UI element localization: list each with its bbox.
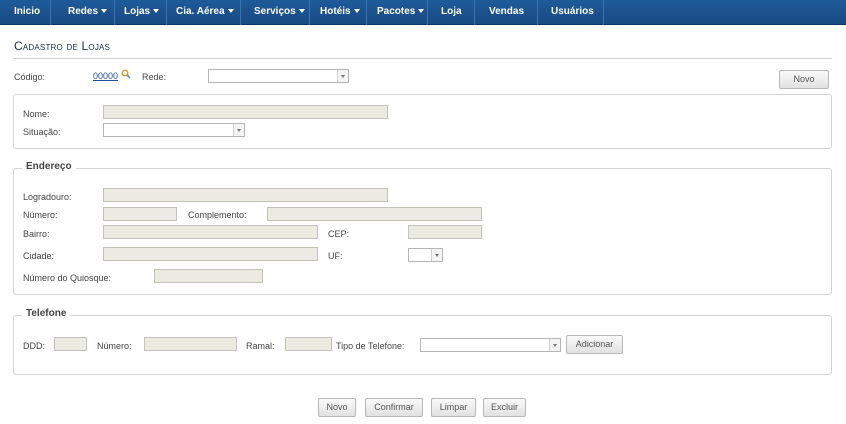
nav-pacotes-label: Pacotes xyxy=(377,6,416,17)
nav-redes-label: Redes xyxy=(68,6,99,17)
nav-pacotes[interactable]: Pacotes xyxy=(377,0,425,25)
excluir-button[interactable]: Excluir xyxy=(483,398,526,417)
nav-loja[interactable]: Loja xyxy=(441,0,462,25)
nav-divider xyxy=(240,0,241,25)
nav-servicos[interactable]: Serviços xyxy=(254,0,305,25)
title-divider xyxy=(14,58,832,59)
cep-input[interactable] xyxy=(408,225,482,239)
top-navbar: Inicio Redes Lojas Cia. Aérea Serviços H… xyxy=(0,0,846,25)
nav-divider xyxy=(427,0,428,25)
telefone-legend: Telefone xyxy=(22,308,71,319)
codigo-link[interactable]: 00000 xyxy=(93,71,118,81)
situacao-select[interactable] xyxy=(103,123,245,137)
tipo-telefone-label: Tipo de Telefone: xyxy=(336,341,405,351)
nav-cia-aerea[interactable]: Cia. Aérea xyxy=(176,0,234,25)
nav-divider xyxy=(50,0,51,25)
nav-redes[interactable]: Redes xyxy=(68,0,108,25)
chevron-down-icon xyxy=(353,9,360,14)
cidade-input[interactable] xyxy=(103,247,318,261)
bairro-input[interactable] xyxy=(103,225,318,239)
endereco-legend: Endereço xyxy=(22,161,76,172)
chevron-down-icon xyxy=(101,9,108,14)
nav-divider xyxy=(366,0,367,25)
quiosque-label: Número do Quiosque: xyxy=(23,273,112,283)
page-title: Cadastro de Lojas xyxy=(14,39,111,53)
nome-input[interactable] xyxy=(103,105,388,119)
telefone-numero-label: Número: xyxy=(97,341,132,351)
nav-divider xyxy=(309,0,310,25)
codigo-label: Código: xyxy=(14,72,46,82)
ramal-input[interactable] xyxy=(285,337,332,351)
numero-label: Número: xyxy=(23,210,58,220)
chevron-down-icon xyxy=(233,124,244,136)
rede-label: Rede: xyxy=(142,72,167,82)
nav-servicos-label: Serviços xyxy=(254,6,296,17)
nome-label: Nome: xyxy=(23,109,50,119)
bairro-label: Bairro: xyxy=(23,229,50,239)
nav-vendas[interactable]: Vendas xyxy=(489,0,524,25)
rede-select[interactable] xyxy=(208,69,349,83)
chevron-down-icon xyxy=(337,70,348,82)
chevron-down-icon xyxy=(153,9,160,14)
nav-lojas[interactable]: Lojas xyxy=(124,0,160,25)
chevron-down-icon xyxy=(549,339,560,351)
chevron-down-icon xyxy=(298,9,305,14)
complemento-input[interactable] xyxy=(267,207,482,221)
nav-divider xyxy=(603,0,604,25)
tipo-telefone-select[interactable] xyxy=(420,338,561,352)
nav-hoteis[interactable]: Hotéis xyxy=(320,0,360,25)
novo-top-button[interactable]: Novo xyxy=(779,70,829,89)
basic-info-panel xyxy=(13,94,832,149)
adicionar-button[interactable]: Adicionar xyxy=(566,335,623,354)
nav-cia-aerea-label: Cia. Aérea xyxy=(176,6,225,17)
chevron-down-icon xyxy=(431,249,442,261)
nav-divider xyxy=(166,0,167,25)
novo-button[interactable]: Novo xyxy=(318,398,356,417)
ddd-input[interactable] xyxy=(54,337,87,351)
situacao-label: Situação: xyxy=(23,127,61,137)
chevron-down-icon xyxy=(418,9,425,14)
confirmar-button[interactable]: Confirmar xyxy=(365,398,423,417)
limpar-button[interactable]: Limpar xyxy=(431,398,476,417)
uf-select[interactable] xyxy=(408,248,443,262)
nav-usuarios[interactable]: Usuários xyxy=(551,0,594,25)
nav-divider xyxy=(474,0,475,25)
chevron-down-icon xyxy=(227,9,234,14)
nav-lojas-label: Lojas xyxy=(124,6,151,17)
numero-input[interactable] xyxy=(103,207,177,221)
quiosque-input[interactable] xyxy=(154,269,263,283)
ramal-label: Ramal: xyxy=(246,341,275,351)
complemento-label: Complemento: xyxy=(188,210,247,220)
ddd-label: DDD: xyxy=(23,341,45,351)
nav-divider xyxy=(537,0,538,25)
nav-inicio[interactable]: Inicio xyxy=(14,0,40,25)
logradouro-input[interactable] xyxy=(103,188,388,202)
uf-label: UF: xyxy=(328,251,343,261)
logradouro-label: Logradouro: xyxy=(23,192,72,202)
cidade-label: Cidade: xyxy=(23,251,55,261)
nav-divider xyxy=(114,0,115,25)
nav-hoteis-label: Hotéis xyxy=(320,6,351,17)
telefone-numero-input[interactable] xyxy=(144,337,237,351)
search-icon[interactable] xyxy=(121,69,131,79)
cep-label: CEP: xyxy=(328,229,350,239)
